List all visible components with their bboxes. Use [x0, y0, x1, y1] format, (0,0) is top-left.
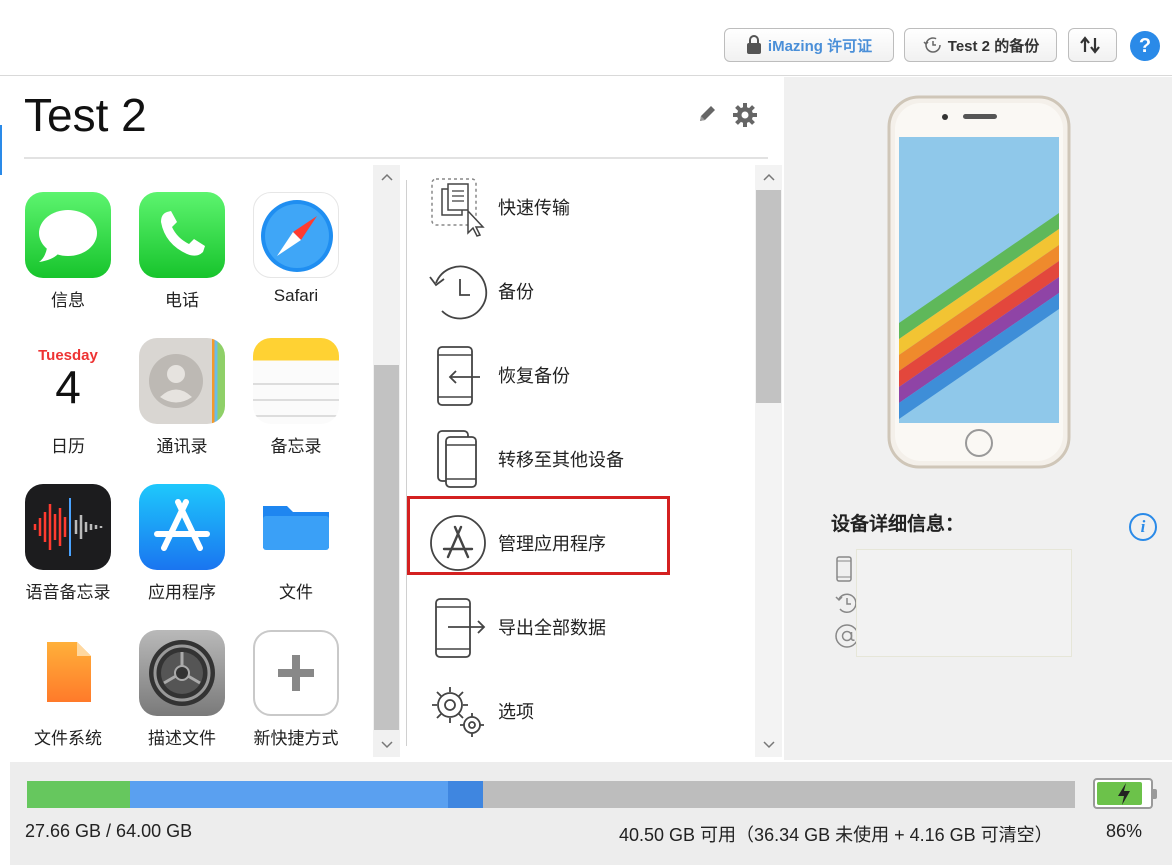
top-toolbar: iMazing 许可证 Test 2 的备份 ?	[0, 0, 1172, 76]
action-list-scrollbar[interactable]	[755, 165, 782, 757]
scrollbar-thumb[interactable]	[756, 190, 781, 403]
history-small-icon	[835, 593, 857, 613]
app-label: 电话	[165, 291, 199, 310]
safari-icon	[253, 192, 339, 278]
calendar-icon: Tuesday 4	[25, 338, 111, 424]
battery-indicator	[1093, 778, 1157, 809]
action-quick-transfer[interactable]: 快速传输	[426, 172, 666, 242]
device-panel: 设备详细信息： i	[784, 77, 1172, 760]
app-profiles[interactable]: 描述文件	[125, 630, 239, 749]
app-label: 应用程序	[148, 583, 216, 602]
calendar-day-number: 4	[55, 361, 81, 413]
action-label: 导出全部数据	[498, 618, 606, 638]
sidebar-accent	[0, 125, 2, 175]
files-icon	[253, 484, 339, 570]
action-transfer-device[interactable]: 转移至其他设备	[426, 424, 666, 494]
app-label: 文件系统	[34, 729, 102, 748]
backup-label: Test 2 的备份	[947, 37, 1040, 55]
battery-nub	[1153, 789, 1157, 799]
app-label: 描述文件	[148, 729, 216, 748]
export-data-icon	[426, 595, 490, 659]
app-label: 备忘录	[270, 437, 322, 456]
action-label: 备份	[498, 282, 534, 302]
app-label: Safari	[273, 286, 319, 305]
charging-bolt-icon	[1118, 783, 1130, 805]
app-voice-memos[interactable]: 语音备忘录	[11, 484, 125, 603]
backup-icon	[426, 259, 490, 323]
chevron-down-icon[interactable]	[755, 735, 782, 755]
voice-memos-icon	[25, 484, 111, 570]
storage-bar	[27, 781, 1075, 808]
battery-percent: 86%	[1106, 821, 1143, 841]
action-restore-backup[interactable]: 恢复备份	[426, 340, 666, 410]
app-label: 信息	[51, 291, 85, 310]
chevron-down-icon[interactable]	[373, 735, 400, 755]
profiles-icon	[139, 630, 225, 716]
app-notes[interactable]: 备忘录	[239, 338, 353, 457]
transfer-button[interactable]	[1068, 28, 1117, 62]
scrollbar-thumb[interactable]	[374, 365, 399, 730]
transfer-device-icon	[426, 427, 490, 491]
chevron-up-icon[interactable]	[373, 167, 400, 187]
file-system-icon	[25, 630, 111, 716]
app-phone[interactable]: 电话	[125, 192, 239, 311]
history-icon	[923, 37, 941, 53]
notes-icon	[253, 338, 339, 424]
storage-segment-other	[448, 781, 483, 808]
device-small-icon	[836, 556, 852, 582]
app-label: 新快捷方式	[253, 729, 339, 748]
contacts-icon	[139, 338, 225, 424]
app-files[interactable]: 文件	[239, 484, 353, 603]
quick-transfer-icon	[426, 175, 490, 239]
app-file-system[interactable]: 文件系统	[11, 630, 125, 749]
pencil-icon[interactable]	[696, 103, 718, 125]
storage-segment-apps	[27, 781, 130, 808]
info-icon[interactable]: i	[1129, 513, 1157, 541]
phone-icon	[139, 192, 225, 278]
device-name: Test 2	[24, 89, 147, 141]
license-button[interactable]: iMazing 许可证	[724, 28, 894, 62]
action-label: 快速传输	[498, 198, 570, 218]
action-export-data[interactable]: 导出全部数据	[426, 592, 666, 662]
messages-icon	[25, 192, 111, 278]
device-details-title: 设备详细信息：	[831, 514, 965, 535]
app-safari[interactable]: Safari	[239, 192, 353, 306]
add-shortcut-icon	[253, 630, 339, 716]
app-calendar[interactable]: Tuesday 4 日历	[11, 338, 125, 457]
gear-icon[interactable]	[731, 101, 759, 129]
app-label: 文件	[279, 583, 313, 602]
action-backup[interactable]: 备份	[426, 256, 666, 326]
up-down-arrows-icon	[1079, 36, 1100, 54]
app-app-store[interactable]: 应用程序	[125, 484, 239, 603]
storage-used-text: 27.66 GB / 64.00 GB	[25, 821, 193, 841]
restore-backup-icon	[426, 343, 490, 407]
backup-history-button[interactable]: Test 2 的备份	[904, 28, 1057, 62]
action-label: 转移至其他设备	[498, 450, 624, 470]
app-messages[interactable]: 信息	[11, 192, 125, 311]
app-label: 语音备忘录	[25, 583, 111, 602]
device-details-box	[856, 549, 1072, 657]
action-options[interactable]: 选项	[426, 676, 666, 746]
app-label: 通讯录	[156, 437, 208, 456]
storage-footer: 27.66 GB / 64.00 GB 40.50 GB 可用（36.34 GB…	[10, 762, 1172, 865]
app-store-icon	[139, 484, 225, 570]
chevron-up-icon[interactable]	[755, 167, 782, 187]
license-label: iMazing 许可证	[767, 37, 873, 55]
iphone-image	[887, 95, 1071, 469]
action-label: 选项	[498, 702, 534, 722]
highlight-box	[407, 496, 670, 575]
app-label: 日历	[51, 437, 85, 456]
app-contacts[interactable]: 通讯录	[125, 338, 239, 457]
storage-free-text: 40.50 GB 可用（36.34 GB 未使用 + 4.16 GB 可清空）	[619, 825, 1053, 845]
app-grid-scrollbar[interactable]	[373, 165, 400, 757]
options-icon	[426, 679, 490, 743]
panel-divider	[406, 180, 407, 746]
storage-segment-media	[129, 781, 449, 808]
action-label: 恢复备份	[498, 366, 570, 386]
help-button[interactable]: ?	[1130, 31, 1160, 61]
app-new-shortcut[interactable]: 新快捷方式	[239, 630, 353, 749]
header-divider	[24, 157, 768, 159]
lock-icon	[746, 35, 761, 54]
